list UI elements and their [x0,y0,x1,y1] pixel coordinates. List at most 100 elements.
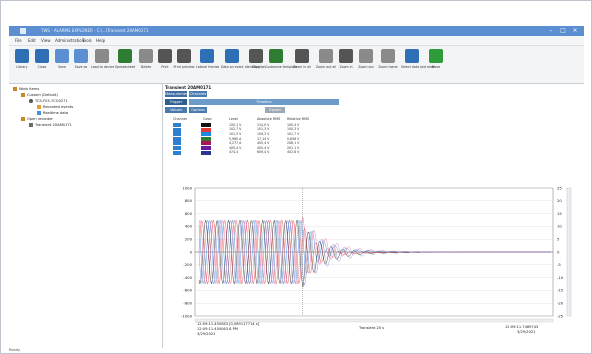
menu-help[interactable]: Help [96,36,105,45]
waveform-plot[interactable]: 1000 25 800 20 600 15 400 10 200 5 0 0 -200 -5 -400 -10… [165,184,582,350]
tab-measurements[interactable]: Measurements [165,91,192,97]
tree-item[interactable]: TCS-F03-7CG0271 [29,99,68,104]
close-button[interactable]: × [572,28,578,34]
tree-item[interactable]: Recorded events [37,105,73,110]
channel-color-swatch[interactable] [201,127,211,132]
y-tick-label-right: 5 [557,237,560,242]
status-bar: Ready [9,348,21,352]
cursor-right-date: 3/29/2021 [517,330,536,334]
toolbar-label: Load to device [91,65,115,69]
y-tick-label-right: 15 [557,211,562,216]
toolbar-label: Zoom out all [315,65,337,69]
toolbar-icon [429,49,443,63]
toolbar-button[interactable]: Zoom in all [291,49,313,69]
menu-tools[interactable]: Tools [82,36,92,45]
channel-color-swatch[interactable] [201,136,211,141]
folder-icon [21,93,25,97]
toolbar-button[interactable]: Customize template [265,49,297,69]
menu-view[interactable]: View [41,36,51,45]
toolbar-icon [177,49,191,63]
app-icon [20,28,26,34]
table-cell: 4,277 A [229,141,242,146]
channel-color-swatch[interactable] [201,132,211,137]
table-cell: 114,0 V [257,122,270,127]
menu-edit[interactable]: Edit [28,36,36,45]
toolbar-button[interactable]: Save as [70,49,92,69]
tree-item[interactable]: Realtime data [37,111,68,116]
tree-item[interactable]: Open recorder [21,117,53,122]
column-header: Level [229,117,238,121]
toolbar-label: Zoom out [358,65,374,69]
y-tick-label-left: 400 [185,224,193,229]
table-cell: 405,4 V [257,145,270,150]
channel-marker[interactable] [173,127,181,132]
channel-marker[interactable] [173,123,181,127]
toolbar-button[interactable]: Select data and area [401,49,434,69]
tab-values[interactable]: Values [165,107,187,113]
tab-timeline[interactable]: Timeline [189,99,339,105]
y-tick-label-left: 800 [185,198,193,203]
cursor-left-date: 3/29/2021 [197,332,216,336]
channel-color-swatch[interactable] [201,150,211,155]
table-cell: 101,5 V [229,132,242,136]
toolbar-button[interactable]: Move [425,49,447,69]
channel-marker[interactable] [173,150,181,155]
minimize-button[interactable]: – [548,28,554,34]
toolbar-button[interactable]: Copy [245,49,267,69]
navigation-tree: Work items Custom (Default) TCS-F03-7CG0… [9,84,163,348]
cursor-left-clock: 12:09:11.450063 8 PM [197,327,238,331]
toolbar-button[interactable]: Print preview [173,49,195,69]
toolbar-button[interactable]: Zoom in [335,49,357,69]
toolbar-button[interactable]: Load to device [91,49,115,69]
toolbar-button[interactable]: Zoom out [355,49,377,69]
toolbar-button[interactable]: Library [11,49,33,69]
y-tick-label-right: -5 [557,262,561,267]
device-icon [29,99,33,103]
toolbar-button[interactable]: Zoom home [377,49,399,69]
title-bar: TWS - ALARMS EXPLORER - C:\...\Transient… [9,26,584,36]
toolbar-button[interactable]: Data on event identification [221,49,266,69]
y-tick-label-right: 0 [557,249,560,254]
channel-marker[interactable] [173,141,181,146]
toolbar-button[interactable]: Spreadsheet [114,49,136,69]
tree-item-selected[interactable]: Transient 20AM0171 [29,123,72,128]
tree-item[interactable]: Custom (Default) [21,93,58,98]
recording-title: Transient 20AM0171 [165,85,212,90]
toolbar-button[interactable]: Close [31,49,53,69]
tab-trigger-setup[interactable]: Trigger setup [165,99,187,110]
tree-root[interactable]: Work items [13,87,39,92]
toolbar-label: Spreadsheet [114,65,136,69]
column-header: Channel [173,117,187,121]
toolbar-button[interactable]: Zoom out all [315,49,337,69]
channel-marker[interactable] [173,132,181,137]
toolbar-icon [319,49,333,63]
toolbar-icon [269,49,283,63]
table-cell: 5,960 A [229,136,242,141]
y-tick-label-left: -1000 [181,313,193,318]
table-cell: 405,4 V [229,145,242,150]
toolbar-icon [55,49,69,63]
table-cell: 402,8 V [287,150,300,155]
toolbar-button[interactable]: Lateral frames [196,49,219,69]
channel-marker[interactable] [173,146,181,150]
y-tick-label-left: -400 [183,275,192,280]
tab-channels[interactable]: Channels [189,91,207,97]
y-tick-label-left: -600 [183,288,192,293]
transient-icon [29,123,33,127]
menu-administration[interactable]: Administration [55,36,84,45]
tab-export[interactable]: Export [265,107,285,113]
table-cell: 17,14 V [257,136,270,141]
toolbar-icon [74,49,88,63]
channel-marker[interactable] [173,136,181,141]
menu-file[interactable]: File [15,36,22,45]
table-cell: 100,1 V [229,122,242,127]
maximize-button[interactable]: □ [560,28,566,34]
channel-color-swatch[interactable] [201,123,211,127]
channel-color-swatch[interactable] [201,141,211,146]
vertical-scrollbar [566,187,572,317]
table-cell: 208,1 V [287,141,300,146]
toolbar-icon [15,49,29,63]
tab-options[interactable]: Options [189,107,207,113]
channel-color-swatch[interactable] [201,146,211,150]
toolbar-icon [158,49,172,63]
